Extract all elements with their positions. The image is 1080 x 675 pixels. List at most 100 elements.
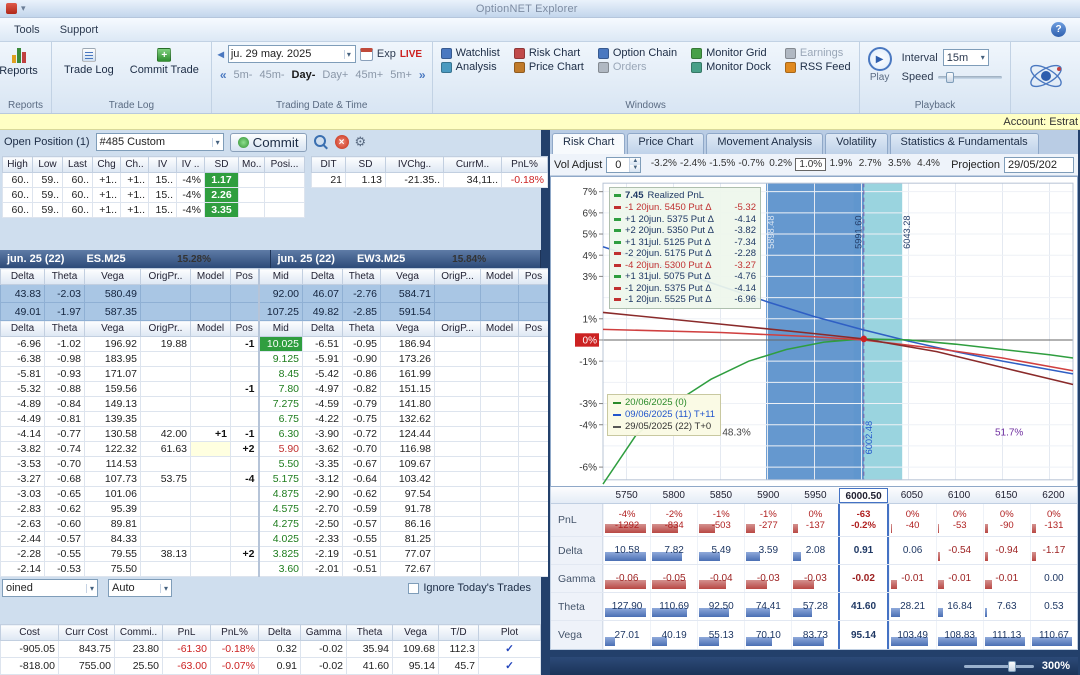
zoom-slider[interactable] [963, 660, 1034, 672]
quick-access-chevron-icon[interactable]: ▾ [21, 3, 26, 14]
strike-label[interactable]: 5900 [745, 488, 792, 503]
chevron-down-icon[interactable]: ▾ [343, 49, 353, 59]
cell[interactable] [190, 441, 231, 457]
tab-statistics[interactable]: Statistics & Fundamentals [889, 133, 1039, 154]
auto-select[interactable]: Auto ▾ [108, 579, 172, 597]
projection-date-row[interactable]: 29/05/2025 (22) T+0 [613, 421, 715, 433]
table-row[interactable]: Cost Curr Cost Commi.. PnL PnL% Delta Gamma The… [0, 624, 541, 641]
table-row[interactable]: 43.83 -2.03 580.49 92.00 46.07 -2.76 584.71 [0, 284, 549, 303]
nav-day-back-button[interactable]: Day- [292, 69, 316, 81]
table-row[interactable]: 60.. 59.. 60.. +1.. +1.. 15.. -4% 2.26 [2, 187, 305, 203]
table-row[interactable]: -6.38 -0.98 183.95 9.125 -5.91 -0.90 173.26 [0, 351, 549, 367]
speed-slider[interactable] [938, 71, 1003, 83]
toggle-analysis[interactable]: Analysis [440, 61, 500, 73]
table-row[interactable]: -2.83 -0.62 95.39 4.575 -2.70 -0.59 91.78 [0, 501, 549, 517]
strike-label[interactable]: 6000.50 [839, 487, 889, 503]
table-row[interactable]: Delta Theta Vega OrigPr.. Model Pos Mid Delta Th… [0, 320, 549, 337]
tab-movement-analysis[interactable]: Movement Analysis [706, 133, 824, 154]
table-row[interactable]: -5.81 -0.93 171.07 8.45 -5.42 -0.86 161.99 [0, 366, 549, 382]
projection-date-picker[interactable]: 29/05/202 [1004, 156, 1074, 173]
commit-trade-button[interactable]: + Commit Trade [124, 45, 205, 79]
table-row[interactable]: -818.00 755.00 25.50 -63.00 -0.07% 0.91 -0.02 4… [0, 657, 541, 675]
table-row[interactable]: 60.. 59.. 60.. +1.. +1.. 15.. -4% 1.17 [2, 172, 305, 188]
gear-icon[interactable]: ⚙ [355, 134, 367, 150]
vol-adjust-stepper[interactable]: 0 ▲ ▼ [606, 156, 642, 173]
zoom-slider-thumb[interactable] [1007, 660, 1016, 672]
table-row[interactable]: Delta Theta Vega OrigPr.. Model Pos Mid Delta Th… [0, 268, 549, 285]
strike-label[interactable]: 5950 [792, 488, 839, 503]
toggle-rss-feed[interactable]: RSS Feed [784, 61, 851, 73]
table-row[interactable]: -905.05 843.75 23.80 -61.30 -0.18% 0.32 -0.02 3… [0, 640, 541, 658]
step-last-icon[interactable]: » [419, 68, 426, 82]
menu-support[interactable]: Support [60, 24, 99, 36]
legend-row[interactable]: -2 20jun. 5175 Put Δ -2.28 [614, 248, 756, 260]
table-row[interactable]: 21 1.13 -21.35.. 34,11.. -0.18% [311, 172, 548, 188]
table-row[interactable]: -6.96 -1.02 196.92 19.88 -1 10.025 -6.51 -0.95 1… [0, 336, 549, 352]
move-percent[interactable]: -3.2% [649, 158, 678, 171]
move-percent[interactable]: -2.4% [678, 158, 707, 171]
play-button[interactable]: ▶ [867, 47, 892, 71]
tab-price-chart[interactable]: Price Chart [627, 133, 705, 154]
table-row[interactable]: -3.82 -0.74 122.32 61.63 +2 5.90 -3.62 -0.70 116… [0, 441, 549, 457]
nav-day-fwd-button[interactable]: Day+ [322, 69, 348, 81]
projection-dates-box[interactable]: 20/06/2025 (0) 09/06/2025 (11) T+11 29/05/… [607, 394, 722, 436]
table-row[interactable]: -2.28 -0.55 79.55 38.13 +2 3.825 -2.19 -0.51 77.… [0, 546, 549, 562]
strike-label[interactable]: 5800 [650, 488, 697, 503]
table-row[interactable]: -2.63 -0.60 89.81 4.275 -2.50 -0.57 86.16 [0, 516, 549, 532]
move-percent[interactable]: -0.7% [737, 158, 766, 171]
table-row[interactable]: 49.01 -1.97 587.35 107.25 49.82 -2.85 591.54 [0, 302, 549, 321]
table-row[interactable]: -4.49 -0.81 139.35 6.75 -4.22 -0.75 132.62 [0, 411, 549, 427]
calendar-icon[interactable] [359, 47, 373, 61]
tab-volatility[interactable]: Volatility [825, 133, 888, 154]
toggle-price-chart[interactable]: Price Chart [513, 61, 584, 73]
legend-row[interactable]: +1 31jul. 5125 Put Δ -7.34 [614, 237, 756, 249]
strike-label[interactable]: 6200 [1030, 488, 1077, 503]
table-row[interactable]: -2.14 -0.53 75.50 3.60 -2.01 -0.51 72.67 [0, 561, 549, 577]
interval-select[interactable]: 15m ▾ [942, 49, 989, 66]
move-percent[interactable]: 3.5% [885, 158, 914, 171]
strike-label[interactable]: 5850 [697, 488, 744, 503]
move-percent[interactable]: -1.5% [708, 158, 737, 171]
move-percent[interactable]: 1.9% [826, 158, 855, 171]
legend-row[interactable]: +2 20jun. 5350 Put Δ -3.82 [614, 225, 756, 237]
table-row[interactable]: -4.89 -0.84 149.13 7.275 -4.59 -0.79 141.80 [0, 396, 549, 412]
legend-row[interactable]: +1 20jun. 5375 Put Δ -4.14 [614, 214, 756, 226]
ignore-trades-checkbox[interactable] [408, 582, 420, 594]
tab-risk-chart[interactable]: Risk Chart [552, 133, 626, 154]
table-row[interactable]: -3.03 -0.65 101.06 4.875 -2.90 -0.62 97.54 [0, 486, 549, 502]
position-select[interactable]: #485 Custom ▾ [95, 133, 224, 151]
table-row[interactable]: -3.27 -0.68 107.73 53.75 -4 5.175 -3.12 -0.64 10… [0, 471, 549, 487]
speed-slider-thumb[interactable] [946, 71, 955, 83]
reports-button[interactable]: Reports [0, 45, 45, 80]
history-back-icon[interactable]: ◂ [218, 47, 224, 61]
legend-row[interactable]: -1 20jun. 5450 Put Δ -5.32 [614, 202, 756, 214]
legend-row[interactable]: +1 31jul. 5075 Put Δ -4.76 [614, 271, 756, 283]
position-legend[interactable]: 7.45 Realized PnL -1 20jun. 5450 Put Δ -5… [609, 187, 761, 309]
step-first-icon[interactable]: « [220, 68, 227, 82]
toggle-monitor-grid[interactable]: Monitor Grid [691, 47, 771, 59]
table-row[interactable]: -5.32 -0.88 159.56 -1 7.80 -4.97 -0.82 151.15 [0, 381, 549, 397]
ignore-trades-control[interactable]: Ignore Today's Trades [408, 582, 539, 594]
strike-label[interactable]: 6050 [888, 488, 935, 503]
move-percent[interactable]: 2.7% [856, 158, 885, 171]
table-row[interactable]: -2.44 -0.57 84.33 4.025 -2.33 -0.55 81.25 [0, 531, 549, 547]
commit-button[interactable]: Commit [229, 132, 307, 152]
move-percent[interactable]: 4.4% [914, 158, 943, 171]
stepper-up-icon[interactable]: ▲ [630, 157, 641, 165]
expiration-header-ew3[interactable]: jun. 25 (22) EW3.M25 15.84% [270, 250, 541, 268]
toggle-option-chain[interactable]: Option Chain [597, 47, 677, 59]
table-row[interactable]: -4.14 -0.77 130.58 42.00 +1 -1 6.30 -3.90 -0.72 1… [0, 426, 549, 442]
nav-5m-back-button[interactable]: 5m- [234, 69, 253, 81]
strike-label[interactable]: 6150 [983, 488, 1030, 503]
table-row[interactable]: 60.. 59.. 60.. +1.. +1.. 15.. -4% 3.35 [2, 202, 305, 218]
close-position-icon[interactable]: × [334, 135, 349, 149]
nav-45m-back-button[interactable]: 45m- [259, 69, 284, 81]
search-icon[interactable] [313, 134, 329, 150]
nav-45m-fwd-button[interactable]: 45m+ [355, 69, 383, 81]
toggle-watchlist[interactable]: Watchlist [440, 47, 500, 59]
strike-label[interactable]: 5750 [603, 488, 650, 503]
nav-5m-fwd-button[interactable]: 5m+ [390, 69, 412, 81]
projection-date-row[interactable]: 20/06/2025 (0) [613, 397, 715, 409]
table-row[interactable]: High Low Last Chg Ch.. IV IV .. SD Mo.. Posi... [2, 156, 305, 173]
move-percent[interactable]: 1.0% [795, 158, 827, 171]
